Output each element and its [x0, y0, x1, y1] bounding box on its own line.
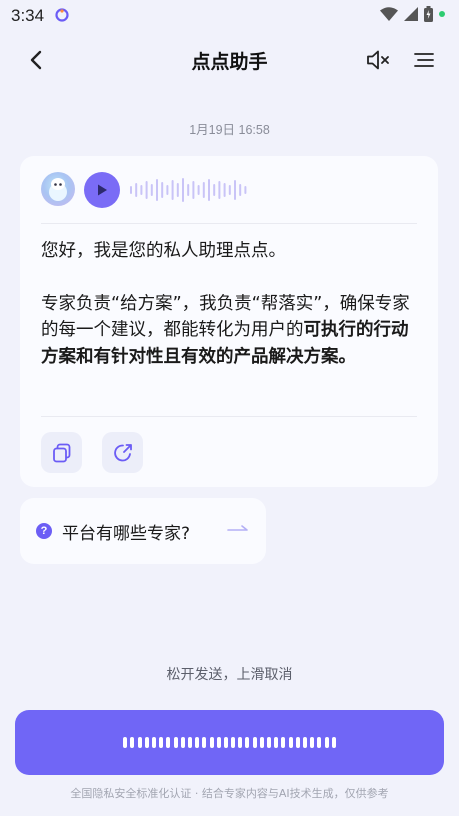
mute-button[interactable]	[364, 46, 392, 74]
copy-icon	[52, 443, 70, 462]
message-text: 您好，我是您的私人助理点点。 专家负责“给方案”，我负责“帮落实”，确保专家的每…	[41, 238, 421, 370]
assistant-message-bubble: 您好，我是您的私人助理点点。 专家负责“给方案”，我负责“帮落实”，确保专家的每…	[20, 156, 438, 487]
play-icon	[98, 184, 107, 196]
menu-button[interactable]	[410, 46, 438, 74]
message-line-body: 专家负责“给方案”，我负责“帮落实”，确保专家的每一个建议，都能转化为用户的可执…	[41, 291, 421, 371]
battery-icon	[424, 6, 433, 22]
share-icon	[113, 443, 132, 461]
arrow-right-icon	[227, 525, 248, 531]
menu-icon	[414, 53, 434, 67]
mute-icon	[367, 50, 389, 70]
question-icon: ?	[36, 523, 52, 539]
privacy-indicator-dot	[439, 11, 445, 17]
status-bar: 3:34	[0, 0, 459, 32]
voice-record-button[interactable]	[15, 710, 444, 775]
release-to-send-hint: 松开发送，上滑取消	[166, 667, 293, 683]
status-time: 3:34	[11, 6, 45, 25]
footer-disclaimer: 全国隐私安全标准化认证 · 结合专家内容与AI技术生成，仅供参考	[70, 787, 389, 800]
signal-icon	[404, 7, 418, 21]
robot-avatar-icon	[49, 178, 67, 201]
voice-play-button[interactable]	[84, 172, 120, 208]
copy-button[interactable]	[41, 432, 82, 473]
assistant-avatar	[41, 172, 75, 206]
divider	[41, 223, 417, 224]
divider	[41, 416, 417, 417]
app-notification-icon	[55, 8, 69, 22]
suggested-question-text: 平台有哪些专家?	[62, 524, 191, 544]
chat-timestamp: 1月19日 16:58	[189, 123, 270, 137]
wifi-icon	[380, 7, 398, 21]
suggested-question[interactable]: ? 平台有哪些专家?	[20, 498, 266, 564]
nav-bar: 点点助手	[0, 38, 459, 82]
share-button[interactable]	[102, 432, 143, 473]
message-line-greeting: 您好，我是您的私人助理点点。	[41, 241, 286, 261]
status-indicators	[380, 6, 445, 22]
voice-waveform	[130, 178, 247, 202]
recording-level-indicator	[123, 737, 336, 748]
